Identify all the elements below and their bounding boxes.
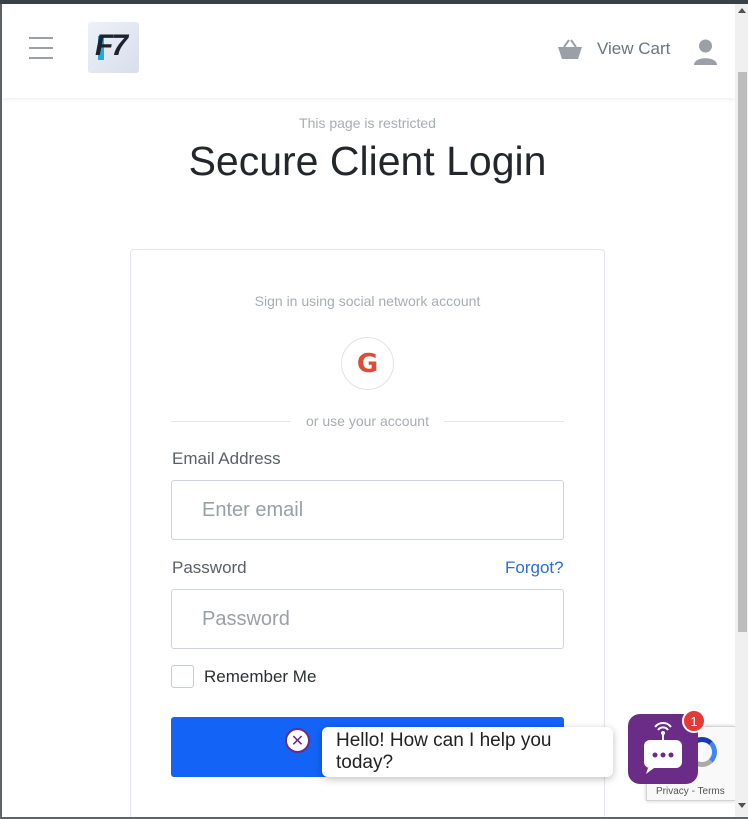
- chat-greeting-text: Hello! How can I help you today?: [336, 730, 552, 773]
- recaptcha-privacy-link[interactable]: Privacy: [656, 786, 689, 797]
- basket-icon: [558, 39, 582, 59]
- recaptcha-separator: -: [688, 786, 698, 797]
- chat-close-icon[interactable]: ✕: [285, 728, 310, 753]
- menu-icon-bar: [29, 37, 53, 39]
- recaptcha-links: Privacy - Terms: [656, 786, 725, 797]
- remember-me-label[interactable]: Remember Me: [204, 667, 316, 687]
- divider-line-left: [171, 421, 291, 422]
- brand-logo[interactable]: F7: [88, 22, 139, 73]
- email-label: Email Address: [172, 449, 281, 468]
- view-cart-link[interactable]: View Cart: [557, 38, 670, 60]
- menu-icon-bar: [29, 47, 53, 49]
- logo-text: F7: [95, 29, 128, 62]
- password-label: Password: [172, 558, 247, 577]
- google-signin-button[interactable]: G: [341, 337, 394, 390]
- menu-icon[interactable]: [29, 37, 56, 63]
- divider-line-right: [444, 421, 564, 422]
- remember-me-checkbox[interactable]: [171, 665, 194, 688]
- scroll-down-arrow-icon[interactable]: [738, 803, 746, 808]
- password-field[interactable]: [171, 589, 564, 649]
- email-field[interactable]: [171, 480, 564, 540]
- view-cart-label: View Cart: [597, 39, 671, 58]
- restricted-note: This page is restricted: [299, 115, 436, 131]
- divider-text: or use your account: [306, 413, 429, 429]
- scrollbar-thumb[interactable]: [738, 72, 747, 632]
- forgot-password-link[interactable]: Forgot?: [505, 558, 564, 578]
- social-signin-text: Sign in using social network account: [254, 293, 481, 309]
- recaptcha-terms-link[interactable]: Terms: [698, 786, 725, 797]
- user-icon[interactable]: [693, 38, 718, 65]
- menu-icon-bar: [29, 57, 53, 59]
- google-icon: G: [356, 348, 379, 379]
- chat-notification-badge: 1: [682, 709, 706, 733]
- chat-greeting-bubble[interactable]: Hello! How can I help you today?: [322, 727, 613, 777]
- scroll-up-arrow-icon[interactable]: [738, 8, 746, 13]
- page-title: Secure Client Login: [188, 138, 547, 184]
